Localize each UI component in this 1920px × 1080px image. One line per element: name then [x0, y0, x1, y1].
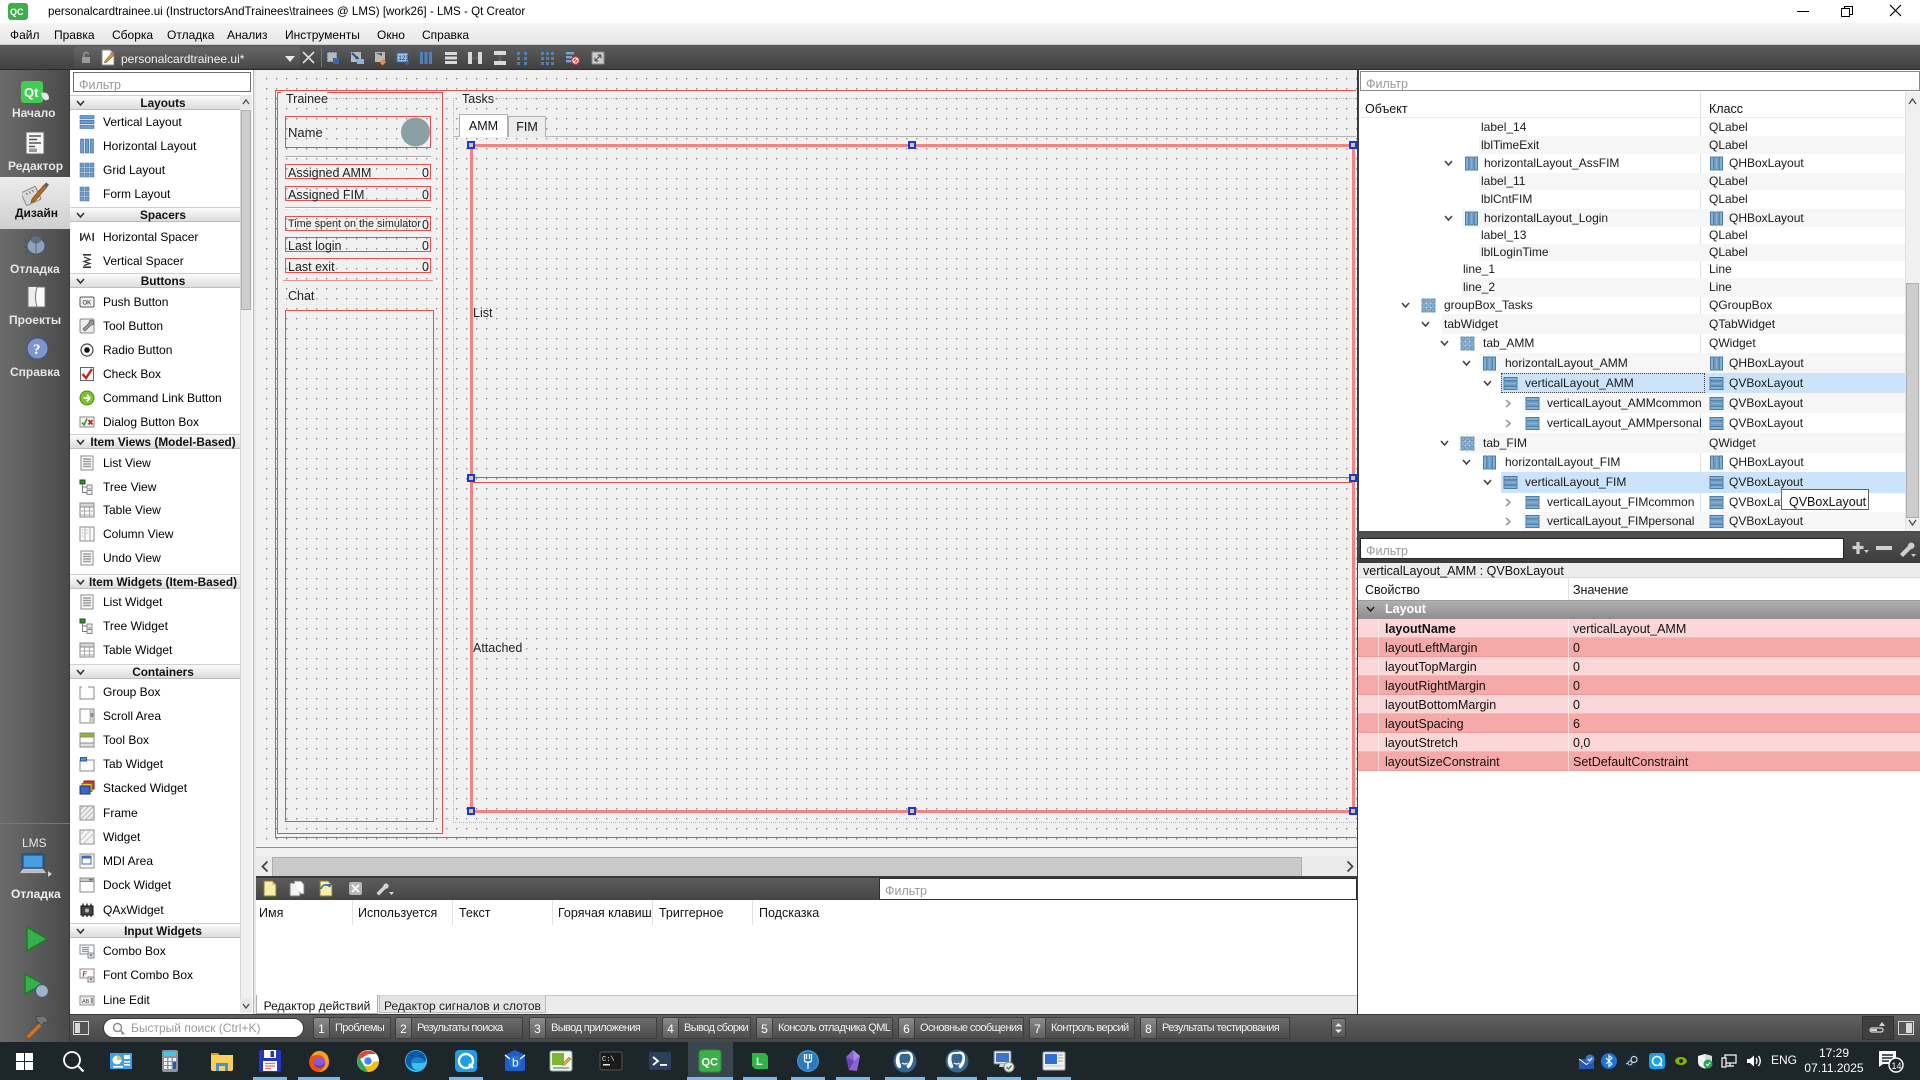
svg-text:123: 123 — [398, 55, 409, 62]
svg-text:Qt: Qt — [24, 85, 39, 100]
svg-text:OK: OK — [83, 301, 92, 307]
svg-text:C:\: C:\ — [602, 1056, 615, 1064]
svg-text:?: ? — [33, 342, 41, 358]
svg-text:AB: AB — [82, 999, 90, 1005]
svg-text:QC: QC — [702, 1057, 719, 1069]
svg-text:14: 14 — [1892, 1061, 1902, 1071]
svg-text:b: b — [512, 1056, 519, 1070]
svg-text:L: L — [756, 1056, 763, 1068]
svg-text:F: F — [81, 970, 88, 979]
